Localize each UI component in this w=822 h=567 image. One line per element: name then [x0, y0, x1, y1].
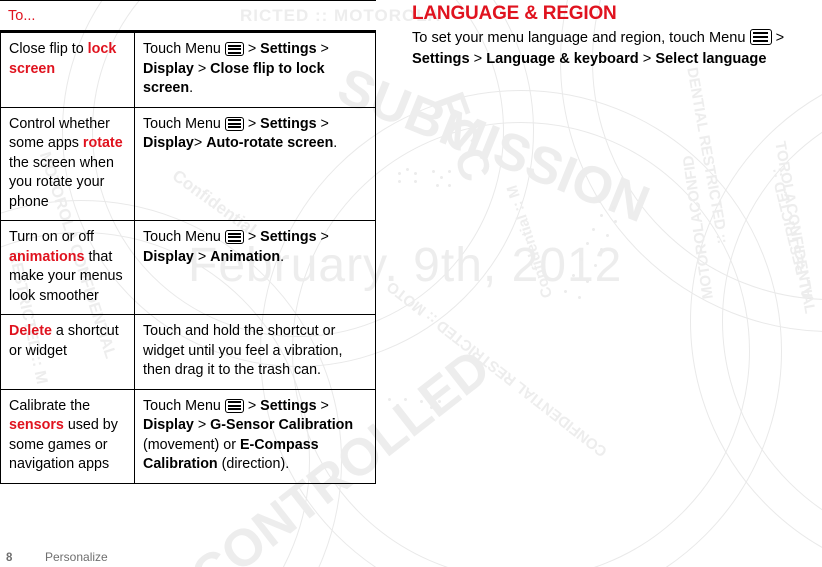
keyword-text: rotate [82, 135, 123, 151]
body-text: > [243, 397, 261, 414]
table-cell-path: Touch and hold the shortcut or widget un… [135, 315, 375, 389]
body-text: the screen when you rotate your phone [9, 154, 114, 210]
body-text: > [316, 229, 329, 245]
body-text: Touch and hold the shortcut or widget un… [143, 323, 343, 378]
body-text: > [316, 41, 329, 57]
table-cell-path: Touch Menu > Settings > Display > Animat… [135, 221, 375, 314]
hamburger-menu-icon [224, 116, 244, 131]
body-text: . [333, 135, 338, 151]
menu-path-text: Language & keyboard [486, 51, 639, 67]
body-text: > [771, 30, 785, 46]
menu-path-text: Settings [260, 115, 317, 132]
body-text: Touch Menu [143, 115, 225, 132]
menu-path-text: Select language [655, 51, 767, 67]
body-text: > [193, 60, 211, 77]
menu-path-text: Display [143, 248, 194, 265]
table-row: Control whether some apps rotate the scr… [0, 107, 376, 221]
howto-table: To... Close flip to lock screen Touch Men… [0, 0, 376, 484]
body-text: Touch Menu [143, 229, 225, 245]
body-text: Turn on or off [9, 229, 95, 245]
table-cell-task: Calibrate the sensors used by some games… [1, 389, 135, 483]
body-text: . [280, 248, 285, 265]
menu-path-text: Animation [210, 248, 281, 265]
body-text: > [193, 135, 207, 151]
section-body: To set your menu language and region, to… [412, 28, 822, 70]
body-text: > [243, 229, 261, 245]
body-text: To set your menu language and region, to… [412, 30, 750, 46]
keyword-text: animations [9, 248, 85, 265]
footer-page-number: 8 [6, 552, 13, 564]
body-text: Calibrate the [9, 397, 91, 414]
keyword-text: Delete [9, 323, 52, 339]
table-row: Turn on or off animations that make your… [0, 221, 376, 315]
body-text: > [243, 115, 261, 132]
body-text: . [189, 80, 194, 96]
body-text: (direction). [217, 456, 290, 472]
menu-path-text: Display [143, 135, 194, 151]
body-text: > [193, 417, 211, 433]
body-text: > [316, 397, 329, 414]
body-text: Touch Menu [143, 397, 225, 414]
table-cell-task: Control whether some apps rotate the scr… [1, 107, 135, 220]
menu-path-text: Settings [260, 397, 317, 414]
table-row: Close flip to lock screen Touch Menu > Se… [0, 33, 376, 108]
section-heading: LANGUAGE & REGION [412, 3, 617, 24]
table-row: Delete a shortcut or widget Touch and hol… [0, 315, 376, 390]
table-cell-path: Touch Menu > Settings > Display > G-Sens… [135, 390, 375, 483]
keyword-text: sensors [9, 417, 64, 433]
table-cell-task: Close flip to lock screen [1, 33, 135, 107]
page-footer: 8 Personalize [0, 550, 380, 564]
hamburger-menu-icon [224, 42, 244, 56]
hamburger-menu-icon [224, 398, 244, 413]
body-text: > [469, 51, 487, 67]
body-text: Close flip to [9, 41, 88, 57]
language-region-section: LANGUAGE & REGION To set your menu langu… [412, 0, 822, 70]
menu-path-text: Display [143, 417, 194, 433]
table-cell-task: Turn on or off animations that make your… [1, 221, 135, 314]
body-text: > [638, 51, 656, 67]
menu-path-text: G-Sensor Calibration [210, 417, 354, 433]
menu-path-text: Settings [412, 51, 470, 67]
body-text: > [243, 41, 261, 57]
table-cell-path: Touch Menu > Settings > Display > Close … [135, 33, 375, 107]
hamburger-menu-icon [224, 230, 244, 244]
hamburger-menu-icon [749, 29, 772, 45]
body-text: > [316, 115, 329, 132]
menu-path-text: Settings [260, 229, 317, 245]
body-text: Touch Menu [143, 41, 225, 57]
table-cell-path: Touch Menu > Settings > Display> Auto-ro… [135, 108, 375, 221]
menu-path-text: Display [143, 60, 194, 77]
menu-path-text: Settings [260, 41, 317, 57]
footer-section-name: Personalize [45, 550, 108, 564]
table-body: Close flip to lock screen Touch Menu > Se… [0, 33, 376, 484]
table-row: Calibrate the sensors used by some games… [0, 389, 376, 484]
table-header-label: To... [0, 0, 376, 30]
body-text: > [193, 248, 211, 265]
body-text: (movement) or [143, 436, 240, 453]
table-cell-task: Delete a shortcut or widget [1, 315, 135, 389]
menu-path-text: Auto-rotate screen [206, 135, 334, 151]
